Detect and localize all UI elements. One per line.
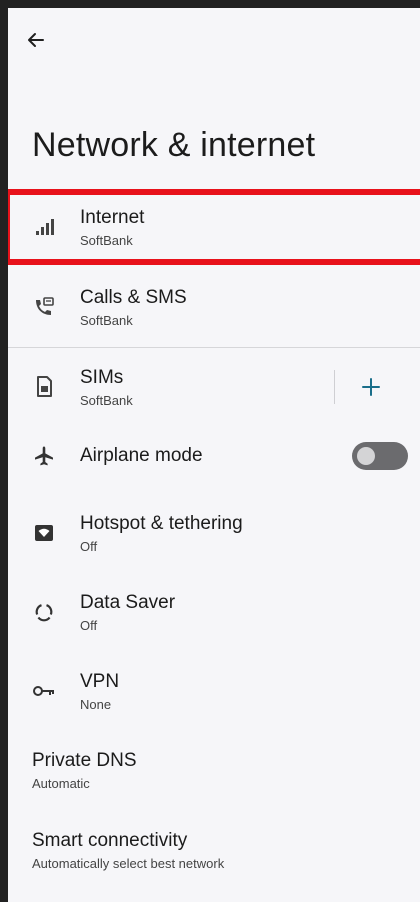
hotspot-label: Hotspot & tethering xyxy=(80,512,243,534)
sim-card-icon xyxy=(32,375,56,399)
hotspot-sub: Off xyxy=(80,538,98,554)
back-button[interactable] xyxy=(22,26,50,54)
back-arrow-icon xyxy=(28,33,44,47)
smart-connectivity-text: Smart connectivity Automatically select … xyxy=(32,830,224,871)
vpn-label: VPN xyxy=(80,670,120,692)
sims-label: SIMs xyxy=(80,366,124,388)
internet-sub: SoftBank xyxy=(80,232,133,248)
smart-connectivity-item[interactable]: Smart connectivity Automatically select … xyxy=(8,819,420,881)
vpn-key-icon xyxy=(32,679,56,703)
airplane-mode-item[interactable]: Airplane mode xyxy=(8,436,338,476)
calls-sms-item[interactable]: Calls & SMS SoftBank xyxy=(8,276,420,338)
internet-text: Internet SoftBank xyxy=(80,207,144,248)
data-saver-sub: Off xyxy=(80,617,98,633)
hotspot-text: Hotspot & tethering Off xyxy=(80,513,243,554)
settings-screen: Network & internet Internet SoftBank Cal… xyxy=(0,0,420,902)
airplane-mode-toggle[interactable] xyxy=(352,442,408,470)
data-saver-icon xyxy=(32,600,56,624)
hotspot-item[interactable]: Hotspot & tethering Off xyxy=(8,502,420,564)
private-dns-label: Private DNS xyxy=(32,749,137,771)
private-dns-sub: Automatic xyxy=(32,775,90,791)
page-title: Network & internet xyxy=(32,126,316,164)
internet-label: Internet xyxy=(80,206,145,228)
sims-item[interactable]: SIMs SoftBank xyxy=(8,356,328,418)
calls-sms-text: Calls & SMS SoftBank xyxy=(80,287,187,328)
smart-connectivity-label: Smart connectivity xyxy=(32,829,188,851)
airplane-icon xyxy=(32,444,56,468)
toggle-knob xyxy=(357,447,375,465)
vpn-item[interactable]: VPN None xyxy=(8,660,420,722)
add-icon xyxy=(362,378,380,396)
vpn-text: VPN None xyxy=(80,671,119,712)
sims-text: SIMs SoftBank xyxy=(80,367,133,408)
sims-separator xyxy=(334,370,335,404)
data-saver-label: Data Saver xyxy=(80,591,176,613)
calls-sms-icon xyxy=(32,295,56,319)
vpn-sub: None xyxy=(80,696,112,712)
airplane-mode-label: Airplane mode xyxy=(80,445,203,466)
data-saver-text: Data Saver Off xyxy=(80,592,175,633)
data-saver-item[interactable]: Data Saver Off xyxy=(8,581,420,643)
section-divider xyxy=(8,347,420,348)
smart-connectivity-sub: Automatically select best network xyxy=(32,855,225,871)
add-sim-button[interactable] xyxy=(356,372,386,402)
signal-icon xyxy=(32,215,56,239)
airplane-mode-text: Airplane mode xyxy=(80,445,203,467)
private-dns-text: Private DNS Automatic xyxy=(32,750,137,791)
sims-sub: SoftBank xyxy=(80,392,133,408)
private-dns-item[interactable]: Private DNS Automatic xyxy=(8,739,420,801)
calls-sms-label: Calls & SMS xyxy=(80,286,187,308)
calls-sms-sub: SoftBank xyxy=(80,312,133,328)
internet-item[interactable]: Internet SoftBank xyxy=(8,196,420,258)
hotspot-icon xyxy=(32,521,56,545)
